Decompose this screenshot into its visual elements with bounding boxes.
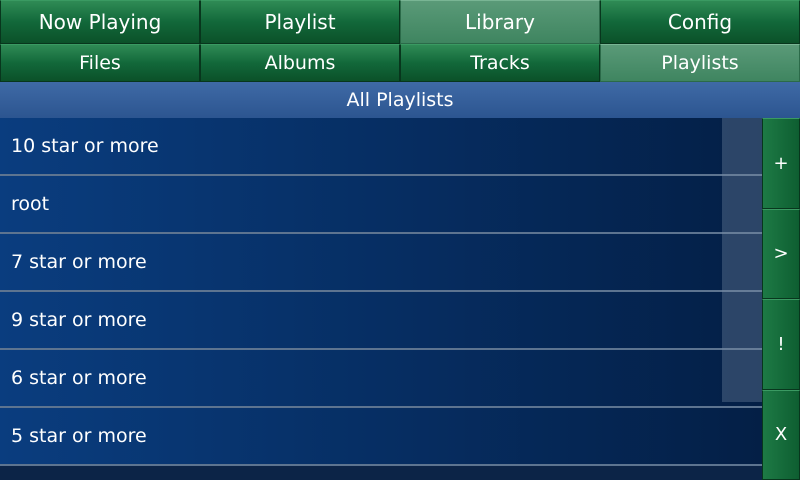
list-item[interactable]: 7 star or more <box>0 234 762 292</box>
list-item[interactable]: root <box>0 176 762 234</box>
tab-albums[interactable]: Albums <box>200 44 400 82</box>
tab-playlist[interactable]: Playlist <box>200 0 400 44</box>
app-window: Now Playing Playlist Library Config File… <box>0 0 800 480</box>
list-item-label: 5 star or more <box>11 425 147 447</box>
list-header: All Playlists <box>0 82 800 118</box>
list-item[interactable]: 9 star or more <box>0 292 762 350</box>
tab-playlists[interactable]: Playlists <box>600 44 800 82</box>
info-button[interactable]: ! <box>762 299 800 390</box>
open-button[interactable]: > <box>762 208 800 299</box>
list-item-label: 7 star or more <box>11 251 147 273</box>
tab-files[interactable]: Files <box>0 44 200 82</box>
list-item[interactable]: 5 star or more <box>0 408 762 466</box>
list-item-label: 6 star or more <box>11 367 147 389</box>
remove-button[interactable]: X <box>762 389 800 480</box>
list-scrollbar[interactable] <box>722 118 762 402</box>
list-item-label: 10 star or more <box>11 135 159 157</box>
list-item[interactable]: 6 star or more <box>0 350 762 408</box>
list-item[interactable]: 10 star or more <box>0 118 762 176</box>
tab-now-playing[interactable]: Now Playing <box>0 0 200 44</box>
list-item-label: 9 star or more <box>11 309 147 331</box>
add-button[interactable]: + <box>762 118 800 209</box>
list-item-label: root <box>11 193 50 215</box>
library-sub-tab-bar: Files Albums Tracks Playlists <box>0 44 800 82</box>
side-button-column: + > ! X <box>762 118 800 480</box>
tab-config[interactable]: Config <box>600 0 800 44</box>
list-title: All Playlists <box>346 89 454 111</box>
tab-library[interactable]: Library <box>400 0 600 44</box>
tab-tracks[interactable]: Tracks <box>400 44 600 82</box>
playlist-list: 10 star or more root 7 star or more 9 st… <box>0 118 762 480</box>
main-tab-bar: Now Playing Playlist Library Config <box>0 0 800 44</box>
